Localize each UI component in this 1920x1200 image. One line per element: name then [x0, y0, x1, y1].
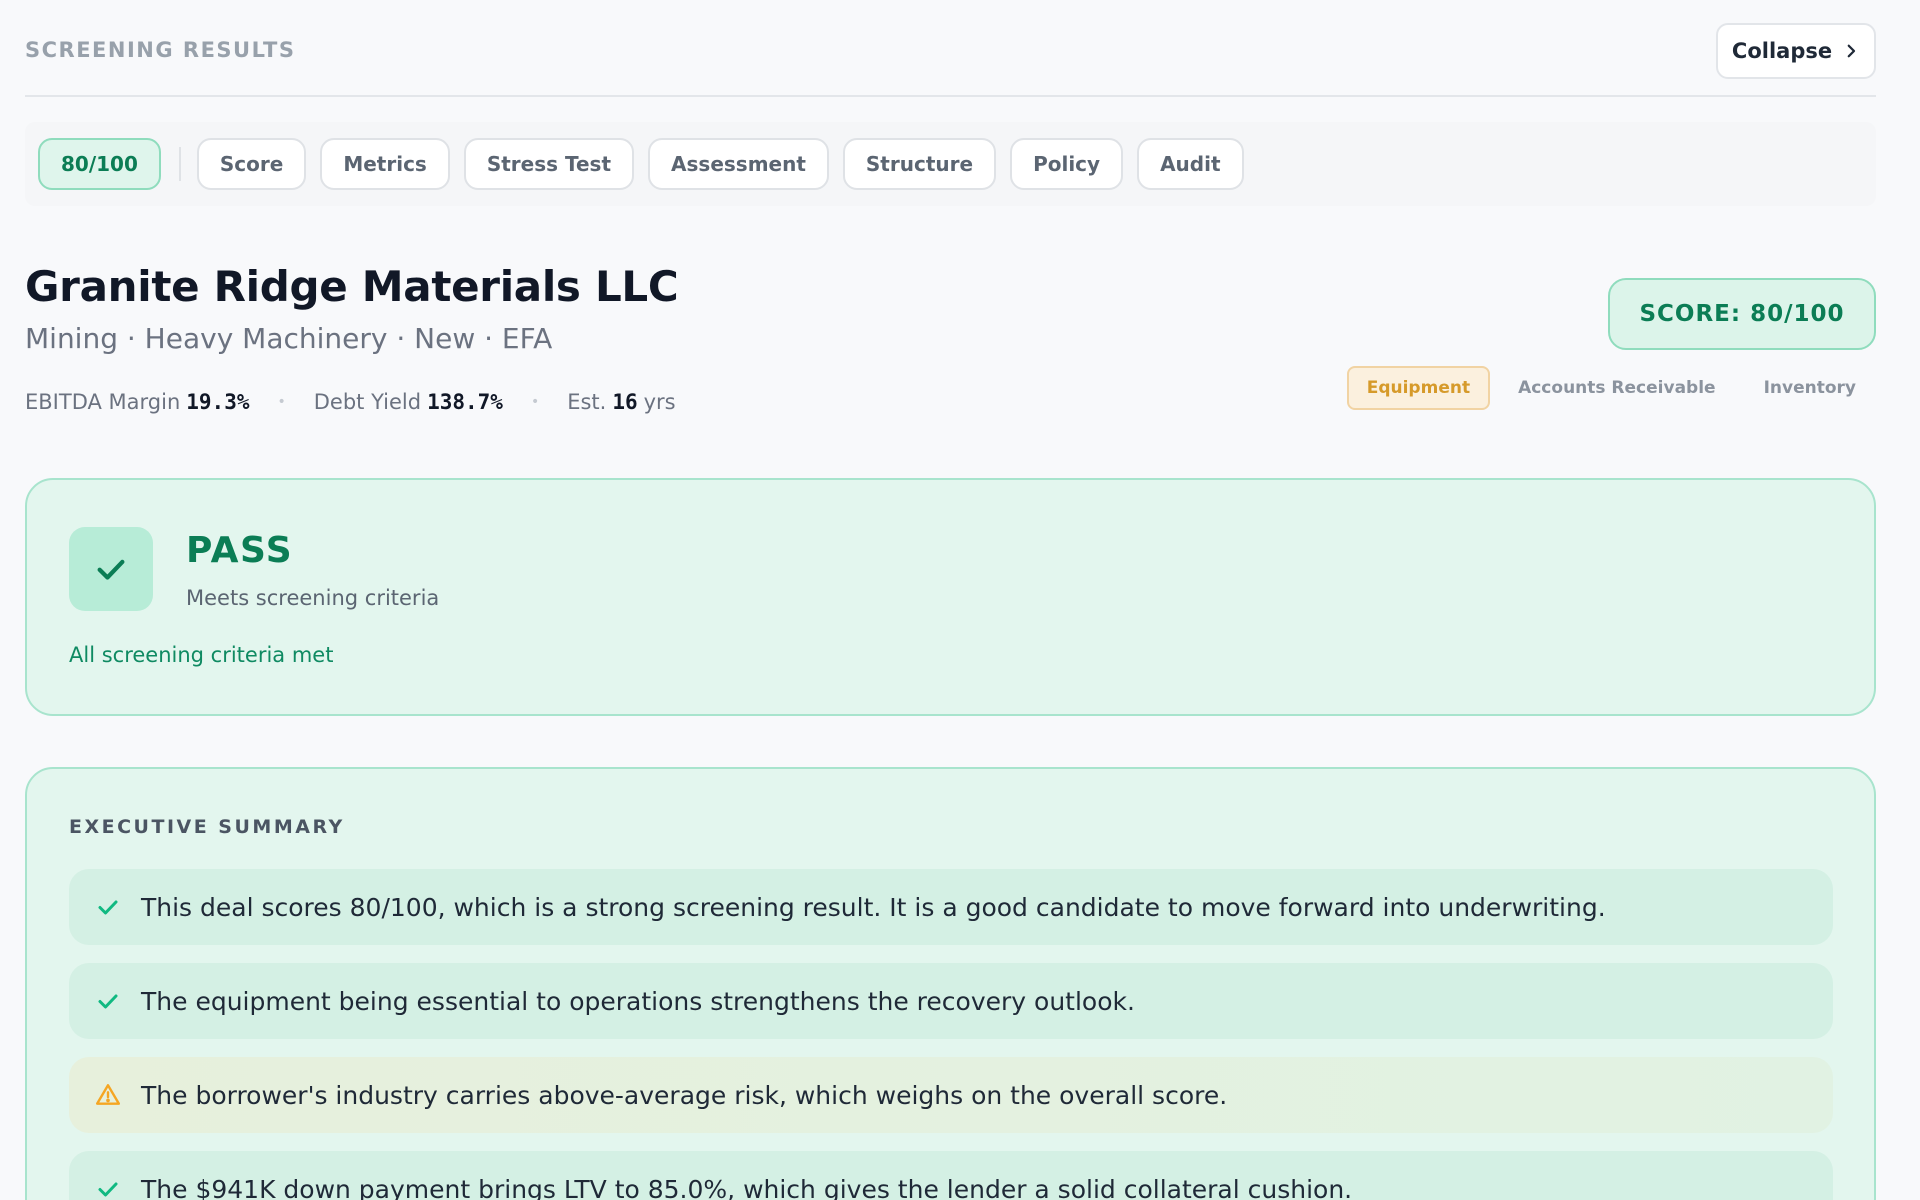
company-meta: Mining · Heavy Machinery · New · EFA	[25, 322, 553, 355]
summary-item-warning: The borrower's industry carries above-av…	[69, 1057, 1833, 1133]
result-subtitle: Meets screening criteria	[186, 586, 440, 610]
warning-icon	[95, 1082, 121, 1108]
check-icon	[95, 894, 121, 920]
panel-header: SCREENING RESULTS Collapse	[25, 0, 1876, 97]
summary-item: The equipment being essential to operati…	[69, 963, 1833, 1039]
summary-item-text: This deal scores 80/100, which is a stro…	[141, 892, 1606, 922]
asset-type-tabs: Equipment Accounts Receivable Inventory	[1339, 366, 1876, 410]
check-icon	[95, 988, 121, 1014]
ebitda-label: EBITDA Margin	[25, 390, 181, 414]
check-icon	[95, 1176, 121, 1200]
result-note: All screening criteria met	[69, 643, 334, 667]
summary-list: This deal scores 80/100, which is a stro…	[69, 869, 1833, 1200]
key-metrics: EBITDA Margin 19.3% • Debt Yield 138.7% …	[25, 390, 676, 414]
tab-audit[interactable]: Audit	[1137, 138, 1244, 190]
tab-assessment[interactable]: Assessment	[648, 138, 829, 190]
tab-stress-test[interactable]: Stress Test	[463, 138, 635, 190]
collapse-label: Collapse	[1731, 39, 1833, 63]
metric-separator: •	[530, 394, 540, 410]
pass-icon-box	[69, 527, 153, 611]
debt-yield-value: 138.7%	[427, 390, 503, 414]
tab-policy[interactable]: Policy	[1010, 138, 1124, 190]
tab-score[interactable]: Score	[196, 138, 307, 190]
executive-summary-card: EXECUTIVE SUMMARY This deal scores 80/10…	[25, 767, 1876, 1200]
tab-structure[interactable]: Structure	[842, 138, 997, 190]
summary-item-text: The equipment being essential to operati…	[141, 986, 1135, 1016]
collapse-button[interactable]: Collapse	[1716, 23, 1876, 79]
summary-item: The $941K down payment brings LTV to 85.…	[69, 1151, 1833, 1200]
asset-tab-equipment[interactable]: Equipment	[1346, 366, 1491, 410]
summary-item-text: The borrower's industry carries above-av…	[141, 1080, 1228, 1110]
tab-metrics[interactable]: Metrics	[320, 138, 450, 190]
check-icon	[97, 559, 125, 580]
company-name: Granite Ridge Materials LLC	[25, 262, 679, 311]
asset-tab-accounts-receivable[interactable]: Accounts Receivable	[1498, 366, 1736, 410]
established-value: 16	[612, 390, 638, 414]
ebitda-value: 19.3%	[186, 390, 250, 414]
section-label: SCREENING RESULTS	[25, 38, 296, 62]
metric-separator: •	[277, 394, 286, 410]
score-badge: SCORE: 80/100	[1608, 278, 1876, 350]
established-label: Est.	[567, 390, 607, 414]
tab-score-badge[interactable]: 80/100	[38, 138, 161, 190]
section-tab-strip: 80/100 Score Metrics Stress Test Assessm…	[25, 122, 1876, 206]
debt-yield-label: Debt Yield	[313, 390, 422, 414]
asset-tab-inventory[interactable]: Inventory	[1744, 366, 1876, 410]
result-status: PASS	[186, 530, 294, 571]
chevron-right-icon	[1847, 44, 1856, 58]
screening-result-card: PASS Meets screening criteria All screen…	[25, 478, 1876, 716]
established-unit: yrs	[643, 390, 676, 414]
tab-divider	[178, 147, 181, 181]
summary-title: EXECUTIVE SUMMARY	[69, 816, 345, 838]
summary-item: This deal scores 80/100, which is a stro…	[69, 869, 1833, 945]
summary-item-text: The $941K down payment brings LTV to 85.…	[141, 1174, 1353, 1200]
screening-results-panel: SCREENING RESULTS Collapse 80/100 Score …	[25, 0, 1876, 1200]
